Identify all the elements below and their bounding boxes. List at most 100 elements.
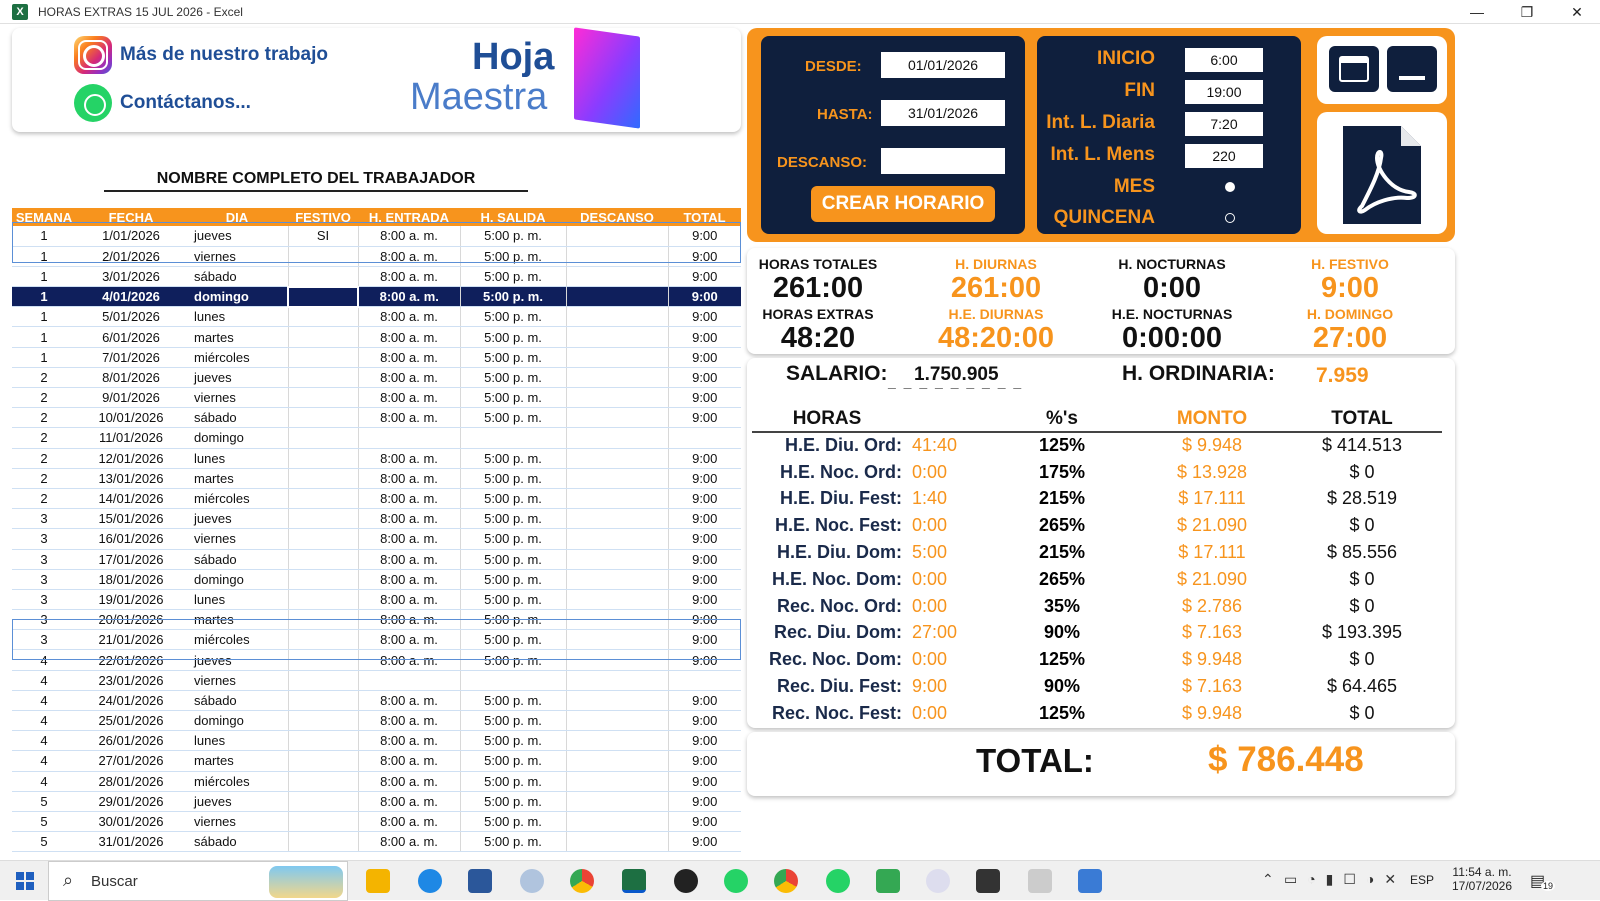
table-cell[interactable]: 21/01/2026 — [76, 629, 186, 651]
table-cell[interactable]: 5:00 p. m. — [459, 690, 566, 712]
table-row[interactable]: 2 14/01/2026 miércoles 8:00 a. m. 5:00 p. m.… — [12, 488, 741, 510]
table-cell[interactable] — [565, 750, 668, 772]
table-cell[interactable] — [565, 609, 668, 631]
table-cell[interactable] — [565, 427, 668, 449]
table-cell[interactable]: 2 — [12, 468, 76, 489]
table-row[interactable]: 1 5/01/2026 lunes 8:00 a. m. 5:00 p. m. 9:00 — [12, 306, 741, 328]
table-cell[interactable]: 9:00 — [667, 367, 741, 389]
table-cell[interactable]: 27/01/2026 — [76, 750, 186, 772]
table-cell[interactable]: viernes — [186, 811, 288, 833]
table-cell[interactable] — [287, 528, 358, 550]
table-cell[interactable]: 5:00 p. m. — [459, 649, 566, 671]
table-cell[interactable]: 5:00 p. m. — [459, 266, 566, 288]
table-cell[interactable]: sábado — [186, 831, 288, 853]
table-cell[interactable]: 5:00 p. m. — [459, 710, 566, 732]
table-cell[interactable]: 1/01/2026 — [76, 226, 186, 247]
table-cell[interactable]: 8:00 a. m. — [357, 468, 460, 489]
table-cell[interactable] — [565, 649, 668, 671]
table-cell[interactable]: 5:00 p. m. — [459, 508, 566, 530]
table-cell[interactable]: 1 — [12, 286, 76, 308]
table-cell[interactable]: 5:00 p. m. — [459, 488, 566, 510]
table-cell[interactable]: 19/01/2026 — [76, 589, 186, 611]
table-cell[interactable] — [459, 427, 566, 449]
table-row[interactable]: 3 17/01/2026 sábado 8:00 a. m. 5:00 p. m. 9:0… — [12, 549, 741, 570]
table-cell[interactable]: 9:00 — [667, 730, 741, 752]
table-cell[interactable]: 9:00 — [667, 629, 741, 651]
table-cell[interactable]: 8:00 a. m. — [357, 831, 460, 853]
table-cell[interactable] — [565, 670, 668, 691]
table-cell[interactable] — [287, 609, 358, 631]
table-cell[interactable]: 9:00 — [667, 609, 741, 631]
edge-icon[interactable] — [418, 869, 442, 893]
table-cell[interactable] — [565, 226, 668, 247]
tray-chevron-icon[interactable]: ⌃ — [1262, 871, 1274, 888]
table-row[interactable]: 1 1/01/2026 jueves SI 8:00 a. m. 5:00 p. m. 9:… — [12, 226, 741, 247]
obs-icon[interactable] — [674, 869, 698, 893]
table-cell[interactable] — [565, 569, 668, 590]
whatsapp-taskbar-icon[interactable] — [724, 869, 748, 893]
snipping-icon[interactable] — [520, 869, 544, 893]
table-cell[interactable]: 5:00 p. m. — [459, 448, 566, 469]
word-icon[interactable] — [468, 869, 492, 893]
drive-icon[interactable] — [876, 869, 900, 893]
table-cell[interactable]: 23/01/2026 — [76, 670, 186, 691]
table-cell[interactable] — [287, 710, 358, 732]
table-cell[interactable]: 2 — [12, 448, 76, 469]
table-cell[interactable]: 5:00 p. m. — [459, 791, 566, 812]
table-cell[interactable]: 25/01/2026 — [76, 710, 186, 732]
clock[interactable]: 11:54 a. m. 17/07/2026 — [1444, 865, 1520, 893]
table-cell[interactable]: 5:00 p. m. — [459, 629, 566, 651]
table-cell[interactable]: 9:00 — [667, 649, 741, 671]
table-cell[interactable]: 8:00 a. m. — [357, 629, 460, 651]
table-cell[interactable]: 8:00 a. m. — [357, 347, 460, 368]
table-cell[interactable]: 14/01/2026 — [76, 488, 186, 510]
tray-icons[interactable]: ▭◔▮☐◑✕ — [1284, 871, 1406, 888]
table-row[interactable]: 4 22/01/2026 jueves 8:00 a. m. 5:00 p. m. 9:0… — [12, 649, 741, 671]
quincena-radio[interactable] — [1225, 213, 1235, 223]
windows-start-icon[interactable] — [16, 872, 34, 890]
table-cell[interactable] — [565, 286, 668, 308]
table-cell[interactable]: 18/01/2026 — [76, 569, 186, 590]
table-cell[interactable]: lunes — [186, 589, 288, 611]
table-cell[interactable]: 8:00 a. m. — [357, 771, 460, 792]
table-cell[interactable]: 9:00 — [667, 589, 741, 611]
table-cell[interactable] — [287, 589, 358, 611]
table-row[interactable]: 4 27/01/2026 martes 8:00 a. m. 5:00 p. m. 9:0… — [12, 750, 741, 772]
table-cell[interactable]: martes — [186, 750, 288, 772]
table-cell[interactable]: viernes — [186, 528, 288, 550]
table-cell[interactable]: miércoles — [186, 347, 288, 368]
table-cell[interactable]: 5:00 p. m. — [459, 246, 566, 267]
table-cell[interactable] — [565, 528, 668, 550]
hasta-field[interactable]: 31/01/2026 — [881, 100, 1005, 126]
table-cell[interactable]: 8:00 a. m. — [357, 750, 460, 772]
table-row[interactable]: 2 9/01/2026 viernes 8:00 a. m. 5:00 p. m. 9:0… — [12, 387, 741, 409]
table-cell[interactable]: 5:00 p. m. — [459, 549, 566, 570]
table-cell[interactable] — [287, 367, 358, 389]
table-cell[interactable] — [565, 589, 668, 611]
table-cell[interactable]: sábado — [186, 407, 288, 429]
table-cell[interactable] — [565, 791, 668, 812]
instagram-link[interactable]: Más de nuestro trabajo — [74, 36, 328, 74]
beach-widget-icon[interactable] — [269, 866, 343, 898]
table-row[interactable]: 4 24/01/2026 sábado 8:00 a. m. 5:00 p. m. 9:0… — [12, 690, 741, 712]
table-cell[interactable]: 5:00 p. m. — [459, 387, 566, 409]
table-cell[interactable]: 5:00 p. m. — [459, 367, 566, 389]
table-row[interactable]: 3 15/01/2026 jueves 8:00 a. m. 5:00 p. m. 9:0… — [12, 508, 741, 530]
table-cell[interactable]: martes — [186, 468, 288, 489]
table-cell[interactable]: jueves — [186, 226, 288, 247]
table-cell[interactable]: 9:00 — [667, 569, 741, 590]
minimize-icon[interactable] — [1387, 46, 1437, 92]
table-cell[interactable]: 3 — [12, 569, 76, 590]
table-cell[interactable] — [565, 448, 668, 469]
table-cell[interactable]: domingo — [186, 427, 288, 449]
table-cell[interactable] — [565, 831, 668, 853]
table-cell[interactable] — [287, 750, 358, 772]
table-cell[interactable]: miércoles — [186, 629, 288, 651]
table-cell[interactable]: 3/01/2026 — [76, 266, 186, 288]
table-cell[interactable]: viernes — [186, 246, 288, 267]
table-cell[interactable] — [565, 306, 668, 328]
table-cell[interactable] — [287, 791, 358, 812]
table-cell[interactable] — [287, 730, 358, 752]
int-diaria-field[interactable]: 7:20 — [1185, 112, 1263, 136]
table-cell[interactable]: 5:00 p. m. — [459, 750, 566, 772]
